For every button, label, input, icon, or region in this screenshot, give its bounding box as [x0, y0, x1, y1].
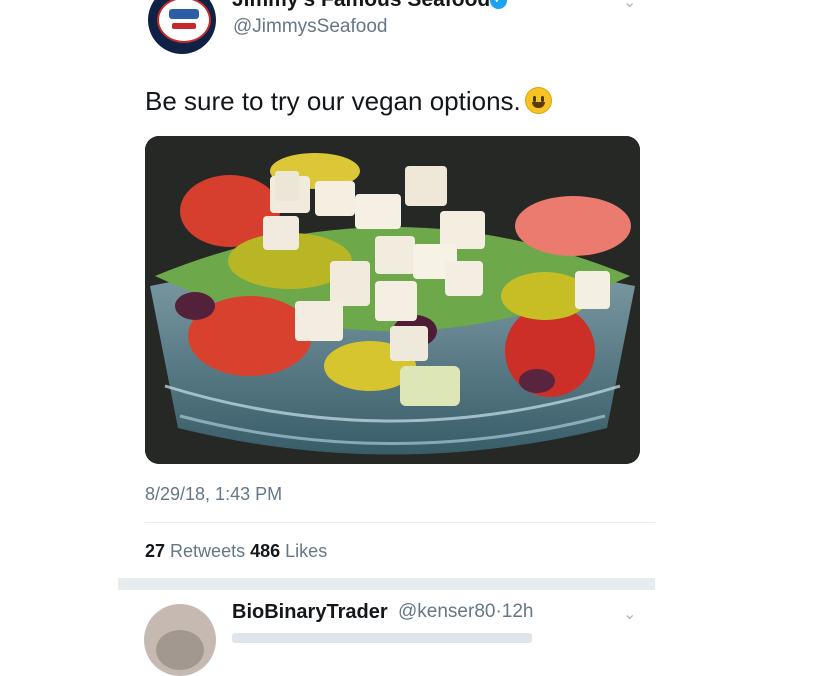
verified-badge-icon: ✓: [490, 0, 507, 9]
tweet-timestamp[interactable]: 8/29/18, 1:43 PM: [145, 484, 282, 505]
reply-author-name[interactable]: BioBinaryTrader: [232, 601, 388, 624]
tweet-stats: 27 Retweets 486 Likes: [145, 541, 327, 562]
reply-text-preview: [232, 633, 532, 643]
tweet-author-name[interactable]: Jimmy's Famous Seafood: [232, 0, 490, 12]
smiling-face-icon: [524, 87, 552, 114]
reply-chevron-down-icon[interactable]: ⌄: [623, 604, 636, 624]
tweet-photo[interactable]: [145, 136, 640, 464]
likes-count[interactable]: 486: [250, 541, 280, 561]
reply-handle-time[interactable]: @kenser80·12h: [398, 601, 533, 623]
tweet-text-content: Be sure to try our vegan options.: [145, 86, 521, 116]
jimmys-seafood-avatar[interactable]: [148, 0, 216, 54]
retweets-label[interactable]: Retweets: [170, 541, 245, 561]
likes-label[interactable]: Likes: [285, 541, 327, 561]
tweet-card[interactable]: Jimmy's Famous Seafood ✓ @JimmysSeafood …: [118, 0, 655, 676]
tweet-author-handle[interactable]: @JimmysSeafood: [233, 16, 387, 38]
divider: [145, 522, 655, 523]
reply-time: 12h: [501, 601, 534, 622]
restaurant-logo-icon: [157, 0, 211, 43]
salad-bowl-image: [145, 136, 640, 464]
tweet-separator: [118, 578, 655, 590]
reply-author-handle[interactable]: @kenser80: [398, 601, 495, 622]
retweets-count[interactable]: 27: [145, 541, 165, 561]
tweet-text: Be sure to try our vegan options.: [145, 86, 552, 117]
left-margin: [0, 0, 118, 640]
chevron-down-icon[interactable]: ⌄: [623, 0, 636, 12]
reply-author-avatar[interactable]: [144, 604, 216, 676]
right-margin: [655, 0, 820, 640]
